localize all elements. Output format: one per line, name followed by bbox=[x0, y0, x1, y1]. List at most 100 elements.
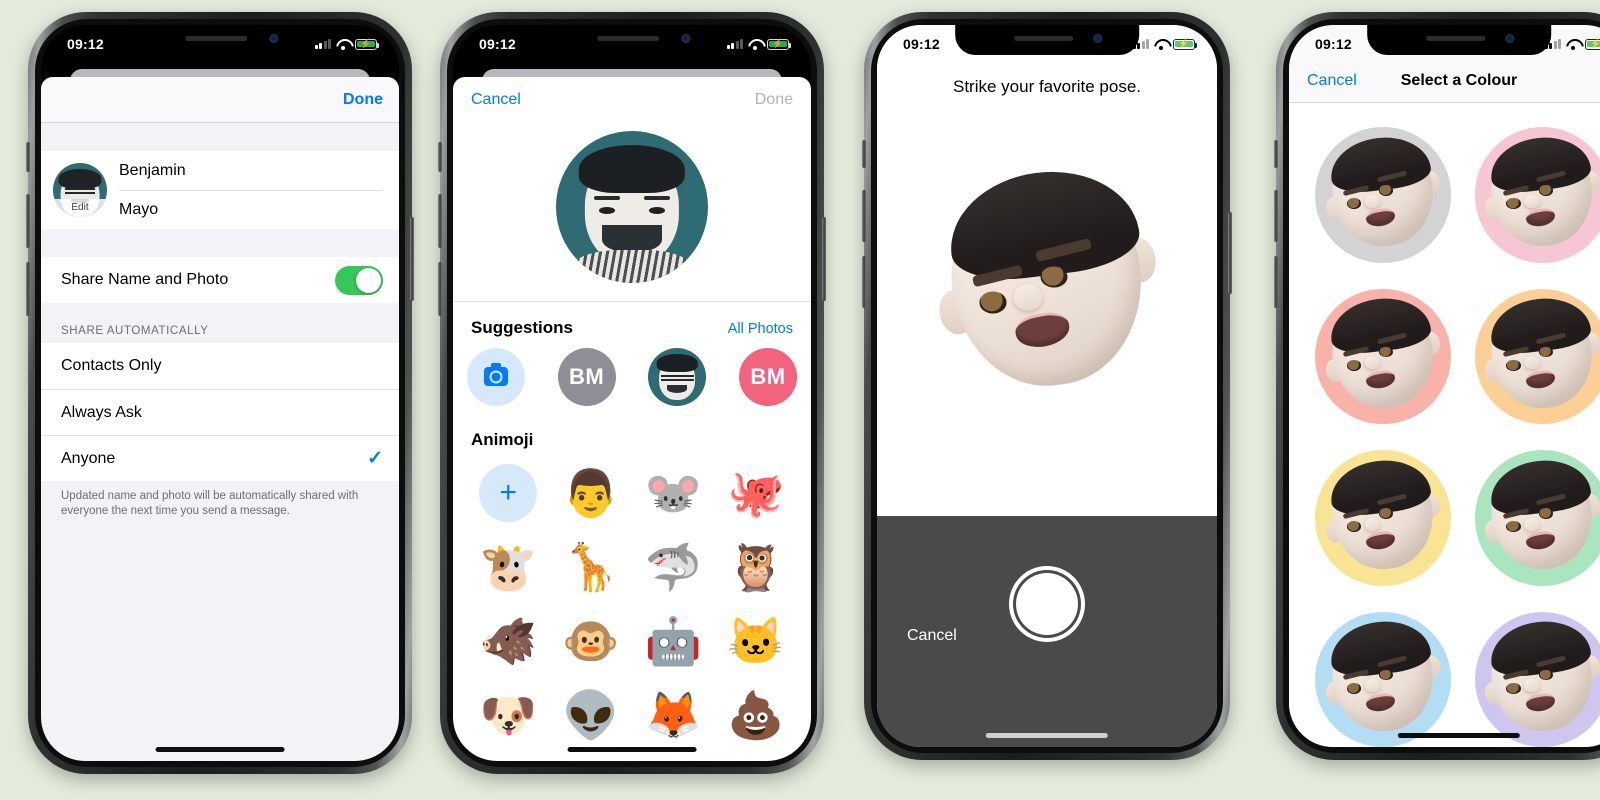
animoji-memoji-face[interactable]: 👨 bbox=[550, 462, 633, 524]
animoji-giraffe[interactable]: 🦒 bbox=[550, 536, 633, 598]
current-photo-preview[interactable] bbox=[453, 123, 811, 301]
giraffe-icon: 🦒 bbox=[562, 540, 620, 593]
monkey-icon: 🐵 bbox=[562, 614, 620, 667]
colour-swatch-grey[interactable] bbox=[1315, 127, 1451, 263]
wifi-icon bbox=[1566, 39, 1580, 50]
volume-up-button[interactable] bbox=[26, 194, 30, 248]
animoji-poop[interactable]: 💩 bbox=[715, 684, 798, 746]
avatar-cell[interactable]: Edit bbox=[41, 151, 119, 229]
cow-icon: 🐮 bbox=[479, 540, 537, 593]
volume-up-button[interactable] bbox=[1274, 190, 1278, 242]
last-name-field[interactable]: Mayo bbox=[119, 190, 383, 229]
home-indicator[interactable] bbox=[567, 747, 697, 752]
animoji-shark[interactable]: 🦈 bbox=[632, 536, 715, 598]
front-camera-icon bbox=[681, 34, 690, 43]
option-always-ask[interactable]: Always Ask bbox=[41, 389, 399, 435]
volume-down-button[interactable] bbox=[26, 262, 30, 316]
mute-switch[interactable] bbox=[862, 140, 866, 168]
volume-up-button[interactable] bbox=[438, 194, 442, 248]
power-button[interactable] bbox=[1228, 212, 1232, 294]
name-fields: Benjamin Mayo bbox=[119, 151, 399, 229]
suggestion-photo[interactable] bbox=[648, 347, 707, 406]
owl-icon: 🦉 bbox=[727, 540, 785, 593]
animoji-owl[interactable]: 🦉 bbox=[715, 536, 798, 598]
glasses-icon bbox=[64, 188, 96, 195]
colour-swatch-yellow[interactable] bbox=[1315, 450, 1451, 586]
colour-swatch-green[interactable] bbox=[1474, 450, 1600, 586]
colour-swatch-salmon[interactable] bbox=[1315, 288, 1451, 424]
animoji-mouse[interactable]: 🐭 bbox=[632, 462, 715, 524]
signal-bars-icon bbox=[314, 39, 331, 49]
share-name-and-photo-row[interactable]: Share Name and Photo bbox=[41, 257, 399, 303]
volume-down-button[interactable] bbox=[862, 256, 866, 308]
share-automatically-group: Contacts Only Always Ask Anyone ✓ bbox=[41, 343, 399, 481]
share-name-and-photo-label: Share Name and Photo bbox=[61, 271, 229, 288]
mute-switch[interactable] bbox=[26, 142, 30, 172]
animoji-monkey[interactable]: 🐵 bbox=[550, 610, 633, 672]
colour-swatch-orange[interactable] bbox=[1474, 288, 1600, 424]
status-time: 09:12 bbox=[1315, 36, 1352, 52]
cancel-button[interactable]: Cancel bbox=[471, 91, 521, 109]
volume-down-button[interactable] bbox=[1274, 256, 1278, 308]
colour-swatch-pink[interactable] bbox=[1474, 127, 1600, 263]
suggestion-initials-grey[interactable]: BM bbox=[557, 347, 616, 406]
front-camera-icon bbox=[1505, 34, 1515, 43]
mute-switch[interactable] bbox=[438, 142, 442, 172]
all-photos-button[interactable]: All Photos bbox=[728, 321, 793, 337]
animoji-alien[interactable]: 👽 bbox=[550, 684, 633, 746]
colour-grid bbox=[1289, 103, 1600, 747]
volume-down-button[interactable] bbox=[438, 262, 442, 316]
earpiece-speaker bbox=[1013, 36, 1073, 41]
name-row: Edit Benjamin Mayo bbox=[41, 151, 399, 229]
status-time: 09:12 bbox=[903, 36, 940, 52]
animoji-dog[interactable]: 🐶 bbox=[467, 684, 550, 746]
mute-switch[interactable] bbox=[1274, 140, 1278, 168]
animoji-grid: + 👨 🐭 🐙 🐮 🦒 🦈 🦉 🐗 🐵 🤖 🐱 🐶 👽 🦊 💩 bbox=[453, 462, 811, 746]
animoji-boar[interactable]: 🐗 bbox=[467, 610, 550, 672]
option-contacts-only[interactable]: Contacts Only bbox=[41, 343, 399, 389]
alien-icon: 👽 bbox=[562, 688, 620, 741]
power-button[interactable] bbox=[410, 217, 414, 301]
power-button[interactable] bbox=[822, 217, 826, 301]
home-indicator[interactable] bbox=[155, 747, 285, 752]
avatar-large[interactable] bbox=[556, 131, 708, 283]
checkmark-icon: ✓ bbox=[367, 448, 383, 469]
wifi-icon bbox=[1154, 39, 1168, 50]
screenshot-canvas: 09:12 ⚡ Done Edit Benjamin Mayo Share Na… bbox=[0, 0, 1600, 800]
animoji-add-button[interactable]: + bbox=[467, 462, 550, 524]
earpiece-speaker bbox=[185, 36, 248, 41]
shutter-button[interactable] bbox=[1013, 569, 1081, 638]
dog-icon: 🐶 bbox=[479, 688, 537, 741]
animoji-fox[interactable]: 🦊 bbox=[632, 684, 715, 746]
share-automatically-header: SHARE AUTOMATICALLY bbox=[41, 303, 399, 343]
done-button[interactable]: Done bbox=[343, 91, 383, 109]
plus-icon: + bbox=[479, 463, 538, 522]
avatar-edit-label[interactable]: Edit bbox=[53, 198, 107, 217]
colour-swatch-blue[interactable] bbox=[1315, 611, 1451, 747]
animoji-robot[interactable]: 🤖 bbox=[632, 610, 715, 672]
photo-picker-sheet: Cancel Done Suggestions All Photos BM BM… bbox=[453, 77, 811, 761]
animoji-cat[interactable]: 🐱 bbox=[715, 610, 798, 672]
animoji-octopus[interactable]: 🐙 bbox=[715, 462, 798, 524]
front-camera-icon bbox=[1093, 34, 1103, 43]
colour-swatch-purple[interactable] bbox=[1474, 611, 1600, 747]
animoji-cow[interactable]: 🐮 bbox=[467, 536, 550, 598]
suggestion-camera[interactable] bbox=[467, 347, 525, 406]
cancel-button[interactable]: Cancel bbox=[907, 627, 957, 645]
home-indicator[interactable] bbox=[985, 733, 1109, 738]
cancel-button[interactable]: Cancel bbox=[1307, 72, 1357, 90]
home-indicator[interactable] bbox=[1397, 733, 1521, 738]
phone-1-settings: 09:12 ⚡ Done Edit Benjamin Mayo Share Na… bbox=[26, 12, 414, 774]
suggestion-initials-pink[interactable]: BM bbox=[738, 347, 797, 406]
volume-up-button[interactable] bbox=[862, 190, 866, 242]
avatar[interactable]: Edit bbox=[53, 163, 107, 217]
camera-control-tray: Cancel bbox=[877, 515, 1217, 747]
first-name-field[interactable]: Benjamin bbox=[119, 151, 383, 190]
shark-icon: 🦈 bbox=[644, 540, 702, 593]
phone-3-screen: 09:12 ⚡ Strike your favorite pose. Cance… bbox=[877, 25, 1217, 747]
my-card-sheet: Done Edit Benjamin Mayo Share Name and P… bbox=[41, 77, 399, 761]
option-anyone[interactable]: Anyone ✓ bbox=[41, 435, 399, 481]
earpiece-speaker bbox=[1425, 36, 1485, 41]
share-name-and-photo-toggle[interactable] bbox=[335, 265, 383, 295]
option-label: Contacts Only bbox=[61, 357, 162, 374]
